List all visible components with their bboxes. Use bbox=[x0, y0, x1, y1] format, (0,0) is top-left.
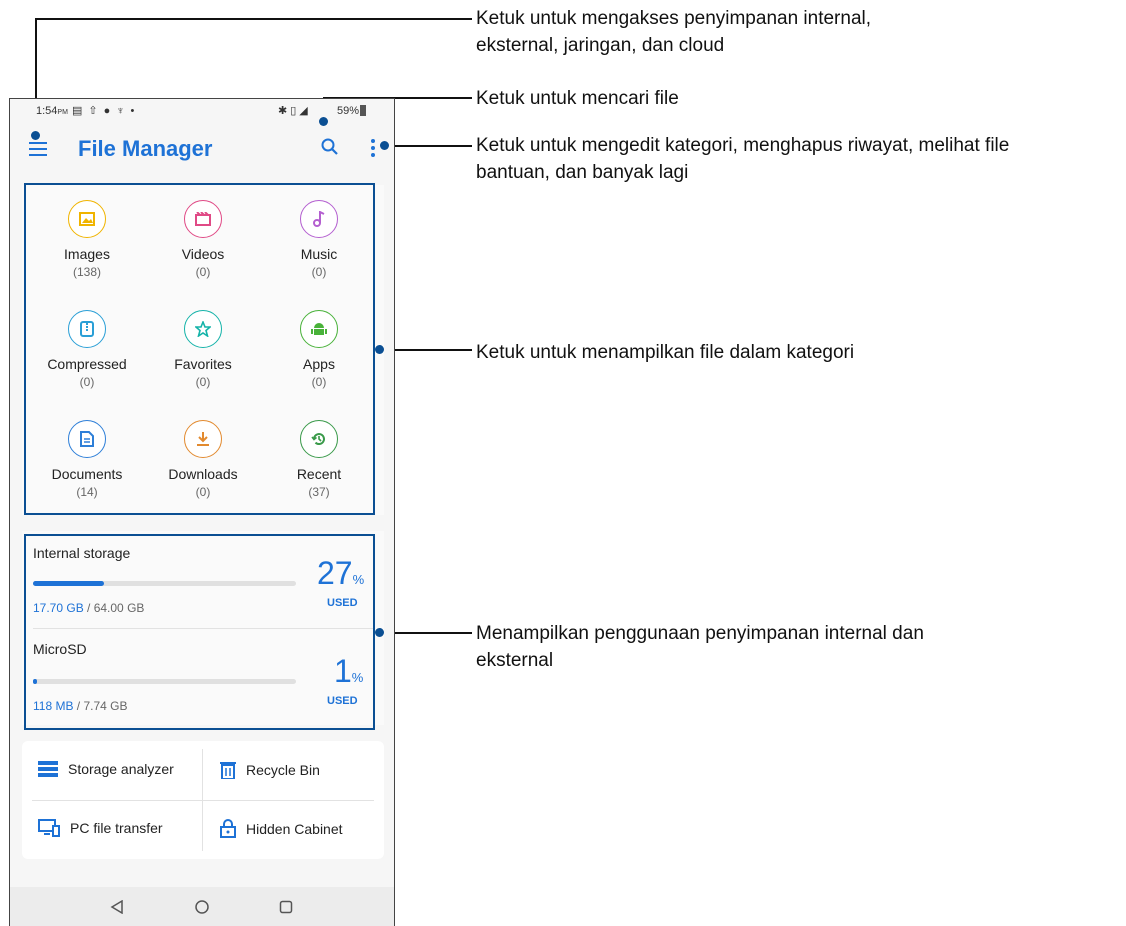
storage-analyzer-icon bbox=[38, 761, 58, 777]
callout-dot-menu bbox=[31, 131, 40, 140]
status-bar: 1:54PM ▤⇧●♆• ✱▯◢ 59% bbox=[10, 99, 394, 125]
navigation-bar bbox=[10, 887, 394, 926]
callout-dot-categories bbox=[375, 345, 384, 354]
callout-storage: Menampilkan penggunaan penyimpanan inter… bbox=[476, 623, 924, 671]
more-options-icon[interactable] bbox=[371, 139, 375, 157]
tool-label: Recycle Bin bbox=[246, 762, 320, 778]
callout-more: Ketuk untuk mengedit kategori, menghapus… bbox=[476, 135, 1010, 183]
pc-transfer-icon bbox=[38, 819, 60, 837]
callout-search: Ketuk untuk mencari file bbox=[476, 88, 679, 109]
storage-highlight-box bbox=[24, 534, 375, 730]
lock-icon bbox=[220, 819, 236, 838]
tools-card: Storage analyzer Recycle Bin PC file tra… bbox=[22, 741, 384, 859]
back-icon[interactable] bbox=[110, 900, 124, 914]
overview-icon[interactable] bbox=[279, 900, 293, 914]
callout-categories: Ketuk untuk menampilkan file dalam kateg… bbox=[476, 342, 855, 363]
menu-icon[interactable] bbox=[29, 142, 47, 156]
pc-file-transfer-button[interactable]: PC file transfer bbox=[38, 819, 163, 837]
status-system-icons: ✱▯◢ bbox=[278, 105, 311, 117]
tool-label: Storage analyzer bbox=[68, 761, 174, 777]
home-icon[interactable] bbox=[195, 900, 209, 914]
status-time-value: 1:54 bbox=[36, 105, 58, 117]
divider bbox=[32, 800, 374, 801]
callout-dot-search bbox=[319, 117, 328, 126]
leader-line-menu bbox=[35, 18, 472, 20]
categories-highlight-box bbox=[24, 183, 375, 515]
status-notification-icons: ▤⇧●♆• bbox=[72, 105, 141, 117]
storage-analyzer-button[interactable]: Storage analyzer bbox=[38, 761, 174, 777]
battery-level: 59% bbox=[337, 105, 360, 117]
tool-label: PC file transfer bbox=[70, 820, 163, 836]
callout-menu: Ketuk untuk mengakses penyimpanan intern… bbox=[476, 8, 872, 56]
callout-dot-storage bbox=[375, 628, 384, 637]
app-bar: File Manager bbox=[10, 125, 394, 175]
recycle-bin-button[interactable]: Recycle Bin bbox=[220, 761, 320, 779]
battery-icon bbox=[360, 105, 366, 116]
tool-label: Hidden Cabinet bbox=[246, 820, 343, 837]
search-icon[interactable] bbox=[320, 137, 340, 157]
status-ampm: PM bbox=[57, 109, 68, 116]
callout-dot-more bbox=[380, 141, 389, 150]
page-title: File Manager bbox=[78, 136, 213, 161]
hidden-cabinet-button[interactable]: Hidden Cabinet bbox=[220, 819, 343, 838]
leader-line-more bbox=[385, 145, 472, 147]
trash-icon bbox=[220, 762, 236, 779]
status-time: 1:54PM bbox=[36, 105, 68, 117]
